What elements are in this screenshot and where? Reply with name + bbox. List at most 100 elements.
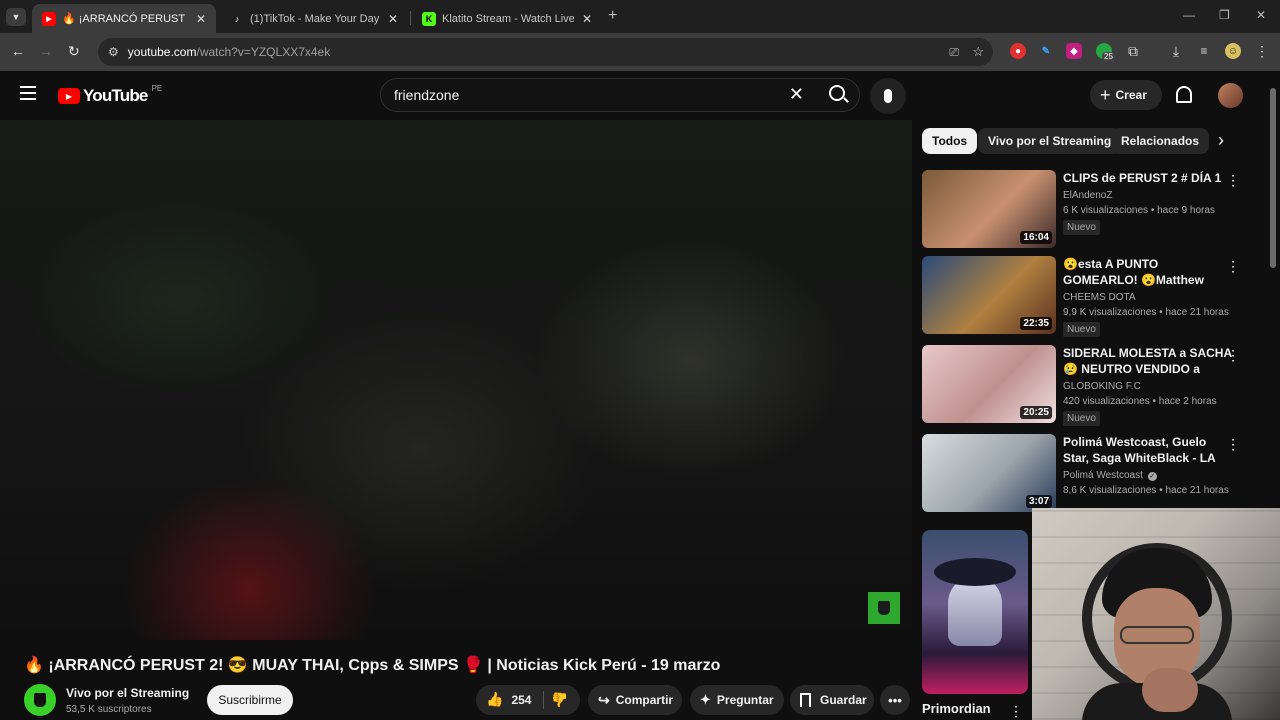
browser-tab-strip: ▼ ▶ 🔥 ¡ARRANCÓ PERUST 2! 😎 M ✕ ♪ (1)TikT… bbox=[0, 0, 1280, 33]
recommendation-title[interactable]: CLIPS de PERUST 2 # DÍA 1 bbox=[1063, 170, 1233, 186]
video-thumbnail[interactable]: 20:25 bbox=[922, 345, 1056, 423]
like-button[interactable]: 👍 254 bbox=[486, 691, 531, 708]
recommendation-meta: 420 visualizaciones • hace 2 horas bbox=[1063, 396, 1217, 407]
chip-channel[interactable]: Vivo por el Streaming bbox=[978, 128, 1122, 154]
search-icon[interactable] bbox=[829, 85, 849, 103]
minimize-icon[interactable]: — bbox=[1183, 8, 1195, 22]
youtube-favicon: ▶ bbox=[42, 11, 56, 26]
tab-tiktok[interactable]: ♪ (1)TikTok - Make Your Day ✕ bbox=[220, 4, 408, 33]
recommendation-item[interactable]: 16:04 CLIPS de PERUST 2 # DÍA 1 ElAndeno… bbox=[922, 170, 1252, 250]
more-options-icon[interactable]: ⋮ bbox=[1226, 172, 1240, 189]
page-scrollbar[interactable] bbox=[1270, 88, 1276, 268]
recommendation-channel[interactable]: GLOBOKING F.C bbox=[1063, 381, 1233, 392]
search-input[interactable]: friendzone ✕ bbox=[380, 78, 860, 112]
chip-all[interactable]: Todos bbox=[922, 128, 978, 154]
short-more-options-icon[interactable]: ⋮ bbox=[1009, 703, 1023, 720]
more-options-icon[interactable]: ⋮ bbox=[1226, 347, 1240, 364]
url-path: /watch?v=YZQLXX7x4ek bbox=[196, 45, 331, 59]
profile-avatar-icon[interactable]: ☺ bbox=[1225, 43, 1241, 59]
media-control-icon[interactable]: ≡ bbox=[1196, 43, 1212, 59]
share-button[interactable]: ↪ Compartir bbox=[588, 685, 682, 715]
recommendation-item[interactable]: 20:25 SIDERAL MOLESTA a SACHA 😢 NEUTRO V… bbox=[922, 345, 1252, 426]
video-duration: 20:25 bbox=[1020, 406, 1052, 419]
close-tab-icon[interactable]: ✕ bbox=[388, 12, 398, 26]
video-thumbnail[interactable]: 22:35 bbox=[922, 256, 1056, 334]
short-title[interactable]: Primordian bbox=[922, 701, 991, 716]
recommendation-title[interactable]: 😮esta A PUNTO GOMEARLO! 😮Matthew sorpren… bbox=[1063, 256, 1233, 288]
shield-extension-icon[interactable]: ◆ bbox=[1066, 43, 1082, 59]
recommendation-item[interactable]: 22:35 😮esta A PUNTO GOMEARLO! 😮Matthew s… bbox=[922, 256, 1252, 337]
hamburger-menu-icon[interactable] bbox=[20, 86, 36, 100]
clear-search-icon[interactable]: ✕ bbox=[789, 84, 804, 105]
tab-search-button[interactable]: ▼ bbox=[6, 8, 26, 26]
grammar-extension-icon[interactable]: 25 bbox=[1096, 43, 1115, 61]
download-icon[interactable]: ⤓ bbox=[1168, 43, 1184, 59]
subscribe-button[interactable]: Suscribirme bbox=[207, 685, 293, 715]
create-button[interactable]: + Crear bbox=[1090, 80, 1162, 110]
recommendation-title[interactable]: SIDERAL MOLESTA a SACHA 😢 NEUTRO VENDIDO… bbox=[1063, 345, 1233, 377]
site-info-icon[interactable]: ⚙ bbox=[108, 45, 119, 59]
back-icon[interactable]: ← bbox=[11, 43, 25, 59]
recommendation-title[interactable]: Polimá Westcoast, Guelo Star, Saga White… bbox=[1063, 434, 1233, 466]
video-thumbnail[interactable]: 16:04 bbox=[922, 170, 1056, 248]
like-count: 254 bbox=[511, 692, 532, 707]
chevron-right-icon[interactable]: › bbox=[1218, 130, 1224, 151]
reload-icon[interactable]: ↻ bbox=[68, 43, 80, 60]
adblock-extension-icon[interactable]: ● bbox=[1010, 43, 1026, 59]
extensions-puzzle-icon[interactable]: ⧉ bbox=[1125, 43, 1141, 59]
close-tab-icon[interactable]: ✕ bbox=[582, 12, 592, 26]
tab-kick[interactable]: K Klatito Stream - Watch Live on K ✕ bbox=[412, 4, 602, 33]
notifications-bell-icon[interactable] bbox=[1176, 86, 1192, 103]
share-label: Compartir bbox=[615, 693, 674, 707]
channel-name-label: Polimá Westcoast bbox=[1063, 470, 1143, 481]
short-thumbnail[interactable] bbox=[922, 530, 1028, 694]
recommendation-channel[interactable]: ElAndenoZ bbox=[1063, 190, 1233, 201]
recommendation-item[interactable]: 3:07 Polimá Westcoast, Guelo Star, Saga … bbox=[922, 434, 1252, 514]
tab-label: 🔥 ¡ARRANCÓ PERUST 2! 😎 M bbox=[62, 13, 188, 25]
restore-icon[interactable]: ❐ bbox=[1219, 8, 1230, 22]
glasses bbox=[1120, 626, 1194, 644]
channel-avatar[interactable] bbox=[24, 684, 56, 716]
recommendation-channel[interactable]: CHEEMS DOTA bbox=[1063, 292, 1233, 303]
sparkle-icon: ✦ bbox=[700, 692, 711, 707]
subscribe-label: Suscribirme bbox=[218, 693, 282, 707]
search-query: friendzone bbox=[394, 87, 460, 103]
subscriber-count: 53,5 K suscriptores bbox=[66, 704, 152, 715]
microphone-icon bbox=[884, 89, 892, 103]
more-actions-button[interactable]: ••• bbox=[880, 685, 910, 715]
voice-search-button[interactable] bbox=[870, 78, 906, 114]
chip-related[interactable]: Relacionados bbox=[1111, 128, 1210, 154]
new-tab-icon[interactable]: + bbox=[608, 7, 617, 25]
install-app-icon[interactable]: ⎚ bbox=[949, 45, 959, 60]
browser-menu-icon[interactable]: ⋮ bbox=[1254, 43, 1270, 59]
hat-shape bbox=[934, 558, 1016, 586]
youtube-play-icon: ▶ bbox=[58, 88, 80, 104]
recommendation-meta: 6 K visualizaciones • hace 9 horas bbox=[1063, 205, 1215, 216]
tab-youtube[interactable]: ▶ 🔥 ¡ARRANCÓ PERUST 2! 😎 M ✕ bbox=[32, 4, 216, 33]
more-options-icon[interactable]: ⋮ bbox=[1226, 258, 1240, 275]
address-bar[interactable]: ⚙ youtube.com/watch?v=YZQLXX7x4ek ⎚ ☆ bbox=[98, 38, 993, 66]
like-dislike-group: 👍 254 👍 bbox=[476, 685, 580, 715]
new-badge: Nuevo bbox=[1063, 220, 1100, 235]
channel-watermark-icon[interactable] bbox=[868, 592, 900, 624]
more-options-icon[interactable]: ⋮ bbox=[1226, 436, 1240, 453]
close-tab-icon[interactable]: ✕ bbox=[196, 12, 206, 26]
translate-extension-icon[interactable]: ✎ bbox=[1038, 43, 1054, 59]
close-window-icon[interactable]: ✕ bbox=[1256, 8, 1266, 22]
video-thumbnail[interactable]: 3:07 bbox=[922, 434, 1056, 512]
youtube-header: ▶ YouTube PE friendzone ✕ + Crear bbox=[0, 72, 1280, 118]
save-button[interactable]: Guardar bbox=[790, 685, 874, 715]
recommendation-channel[interactable]: Polimá Westcoast ✓ bbox=[1063, 470, 1233, 481]
video-player[interactable] bbox=[0, 120, 912, 640]
dislike-button[interactable]: 👍 bbox=[551, 691, 568, 708]
plus-icon: + bbox=[1100, 84, 1111, 105]
channel-name[interactable]: Vivo por el Streaming bbox=[66, 686, 189, 700]
kick-favicon: K bbox=[422, 11, 436, 26]
account-avatar[interactable] bbox=[1218, 83, 1243, 108]
forward-icon[interactable]: → bbox=[39, 43, 53, 59]
ask-button[interactable]: ✦ Preguntar bbox=[690, 685, 784, 715]
webcam-overlay bbox=[1032, 508, 1280, 720]
video-duration: 16:04 bbox=[1020, 231, 1052, 244]
bookmark-star-icon[interactable]: ☆ bbox=[972, 44, 984, 60]
youtube-logo[interactable]: ▶ YouTube PE bbox=[58, 84, 162, 106]
